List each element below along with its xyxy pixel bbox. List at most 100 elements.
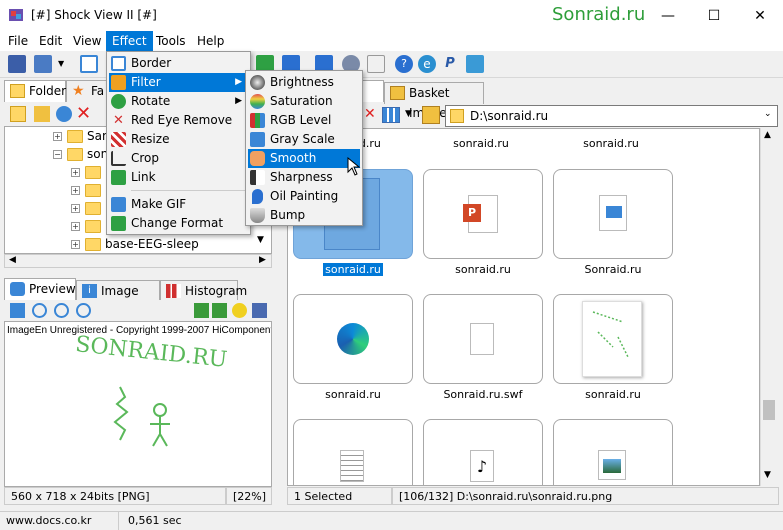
- zoom-out-icon[interactable]: [76, 303, 91, 318]
- menu-item-filter[interactable]: Filter ▶: [109, 73, 248, 92]
- expand-toggle-icon[interactable]: +: [71, 240, 80, 249]
- menu-item-make-gif[interactable]: Make GIF: [109, 195, 248, 214]
- browser-icon[interactable]: e: [418, 55, 436, 73]
- text-file-icon: [340, 450, 364, 482]
- menu-item-gray-scale[interactable]: Gray Scale: [248, 130, 360, 149]
- paypal-icon[interactable]: P: [441, 55, 459, 73]
- zoom-icon[interactable]: [32, 303, 47, 318]
- border-tool-icon[interactable]: [80, 55, 98, 73]
- view-mode-icon[interactable]: [382, 107, 400, 123]
- menu-effect[interactable]: Effect: [106, 31, 153, 51]
- about-icon[interactable]: [466, 55, 484, 73]
- fullscreen-icon[interactable]: [194, 303, 209, 318]
- maximize-button[interactable]: ☐: [691, 0, 737, 31]
- smiley-icon[interactable]: [232, 303, 247, 318]
- expand-toggle-icon[interactable]: +: [71, 204, 80, 213]
- tree-scroll-down-icon[interactable]: ▼: [257, 235, 264, 245]
- new-folder-icon[interactable]: [10, 106, 26, 122]
- thumbnail-item[interactable]: [553, 294, 673, 384]
- path-combobox[interactable]: D:\sonraid.ru ⌄: [445, 105, 778, 127]
- tree-node[interactable]: base-EEG-sleep: [85, 235, 199, 253]
- menu-item-oil-painting[interactable]: Oil Painting: [248, 187, 360, 206]
- scroll-thumb[interactable]: [763, 400, 775, 420]
- thumb-label: Sonraid.ru.swf: [443, 388, 523, 401]
- minimize-button[interactable]: —: [645, 0, 691, 31]
- menu-item-red-eye-remove[interactable]: ✕ Red Eye Remove: [109, 111, 248, 130]
- menu-file[interactable]: File: [2, 31, 34, 51]
- menu-item-sharpness[interactable]: Sharpness: [248, 168, 360, 187]
- expand-toggle-icon[interactable]: +: [71, 168, 80, 177]
- refresh-icon[interactable]: [56, 106, 72, 122]
- menu-item-resize[interactable]: Resize: [109, 130, 248, 149]
- thumbnail-item[interactable]: [553, 419, 673, 485]
- tab-basket-images[interactable]: Basket Images: [384, 82, 484, 120]
- tab-histogram[interactable]: Histogram: [160, 280, 247, 302]
- thumbnail-item[interactable]: [553, 169, 673, 259]
- print-icon[interactable]: [8, 55, 26, 73]
- thumbnail-item[interactable]: [293, 419, 413, 485]
- menu-item-link[interactable]: Link: [109, 168, 248, 187]
- menu-item-brightness[interactable]: Brightness: [248, 73, 360, 92]
- thumb-label: sonraid.ru: [583, 137, 639, 150]
- menu-edit[interactable]: Edit: [33, 31, 68, 51]
- collapse-toggle-icon[interactable]: −: [53, 150, 62, 159]
- remove-icon[interactable]: ✕: [364, 106, 376, 122]
- help-icon[interactable]: ?: [395, 55, 413, 73]
- status-bar-right: 1 Selected [106/132] D:\sonraid.ru\sonra…: [284, 487, 783, 505]
- view-mode-dropdown-icon[interactable]: ▼: [405, 109, 412, 119]
- info-icon: i: [82, 284, 97, 298]
- fit-icon[interactable]: [10, 303, 25, 318]
- favorite-add-icon[interactable]: [34, 106, 50, 122]
- tab-image-info[interactable]: i Image Info: [76, 280, 160, 318]
- blank-tool-icon[interactable]: [367, 55, 385, 73]
- grid-vertical-scrollbar[interactable]: ▲ ▼: [760, 128, 777, 486]
- expand-toggle-icon[interactable]: +: [71, 186, 80, 195]
- menu-item-crop[interactable]: Crop: [109, 149, 248, 168]
- powerpoint-file-icon: P: [463, 195, 498, 233]
- scroll-up-icon[interactable]: ▲: [764, 130, 771, 140]
- tree-horizontal-scrollbar[interactable]: ◀ ▶: [4, 254, 272, 268]
- menu-item-smooth[interactable]: Smooth: [248, 149, 360, 168]
- thumbnail-item[interactable]: P: [423, 169, 543, 259]
- star-icon: ★: [72, 83, 85, 99]
- tree-node[interactable]: [85, 181, 105, 199]
- slideshow-icon[interactable]: [252, 303, 267, 318]
- delete-icon[interactable]: ✕: [76, 103, 91, 124]
- tab-folder-label: Folder: [29, 84, 67, 98]
- path-text: D:\sonraid.ru: [470, 109, 549, 123]
- tree-node[interactable]: [85, 217, 105, 235]
- menu-item-border[interactable]: Border: [109, 54, 248, 73]
- thumbnail-item[interactable]: [423, 294, 543, 384]
- menu-tools[interactable]: Tools: [150, 31, 192, 51]
- expand-toggle-icon[interactable]: +: [71, 222, 80, 231]
- expand-toggle-icon[interactable]: +: [53, 132, 62, 141]
- tab-folder[interactable]: Folder: [4, 80, 66, 102]
- red-eye-icon: ✕: [113, 113, 124, 128]
- menu-help[interactable]: Help: [191, 31, 230, 51]
- thumbnail-item[interactable]: [293, 294, 413, 384]
- scroll-right-icon[interactable]: ▶: [259, 255, 266, 265]
- dropdown-arrow-icon[interactable]: ▼: [58, 55, 68, 73]
- scroll-down-icon[interactable]: ▼: [764, 470, 771, 480]
- menu-bar: File Edit View Effect Tools Help: [0, 31, 783, 51]
- zoom-in-icon[interactable]: [54, 303, 69, 318]
- path-dropdown-icon[interactable]: ⌄: [764, 109, 772, 119]
- close-button[interactable]: ✕: [737, 0, 783, 31]
- tree-node[interactable]: [85, 163, 105, 181]
- menu-item-saturation[interactable]: Saturation: [248, 92, 360, 111]
- scroll-left-icon[interactable]: ◀: [9, 255, 16, 265]
- package-icon[interactable]: [422, 106, 440, 124]
- window-icon[interactable]: [212, 303, 227, 318]
- thumbnail-item[interactable]: ♪: [423, 419, 543, 485]
- menu-item-change-format[interactable]: Change Format: [109, 214, 248, 233]
- tab-preview[interactable]: Preview: [4, 278, 76, 300]
- tree-node[interactable]: [85, 199, 105, 217]
- export-icon[interactable]: [34, 55, 52, 73]
- menu-item-rotate[interactable]: Rotate ▶: [109, 92, 248, 111]
- tab-favorites[interactable]: ★ Fa: [66, 80, 110, 102]
- menu-item-rgb-level[interactable]: RGB Level: [248, 111, 360, 130]
- menu-view[interactable]: View: [67, 31, 107, 51]
- wav-audio-icon: ♪: [470, 450, 494, 482]
- preview-tab-icon: [10, 282, 25, 296]
- menu-item-bump[interactable]: Bump: [248, 206, 360, 225]
